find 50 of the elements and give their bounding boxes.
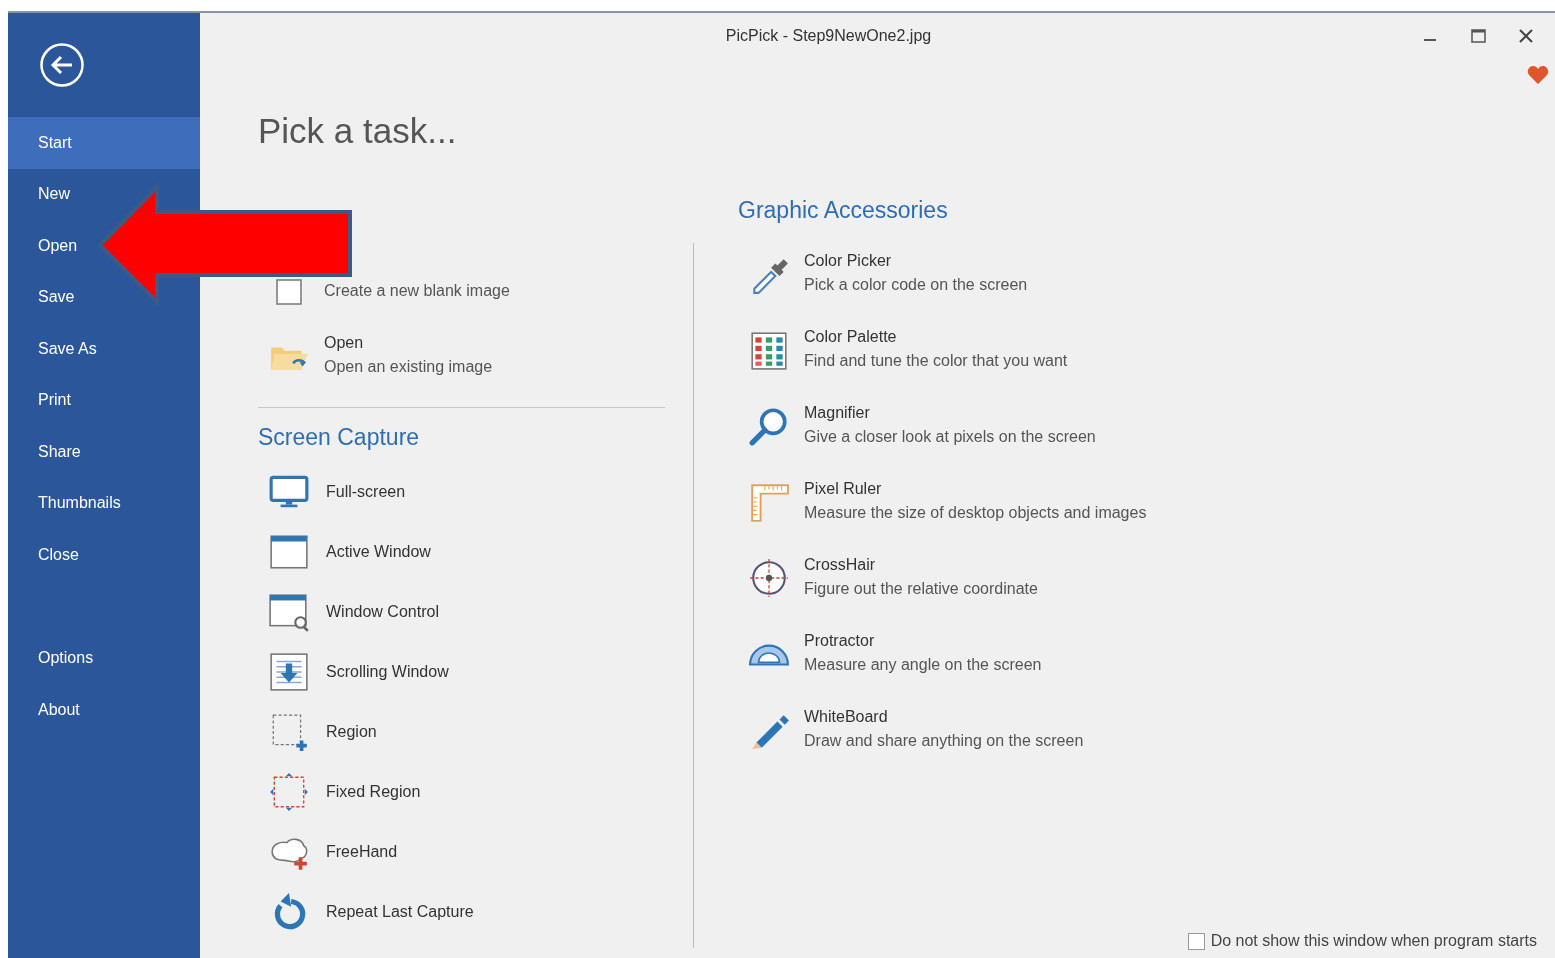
section-heading: Graphic Accessories — [738, 195, 949, 225]
sidebar-item[interactable]: Thumbnails — [38, 494, 121, 513]
scroll-document-icon — [268, 651, 310, 693]
sidebar-item[interactable]: Start — [8, 117, 200, 169]
accessory-title[interactable]: CrossHair — [804, 553, 1038, 577]
color-grid-icon — [748, 329, 790, 371]
task-description: Create a new blank image — [324, 280, 510, 301]
capture-option[interactable]: Full-screen — [326, 483, 406, 501]
task-description: Open an existing image — [324, 356, 493, 377]
checkbox[interactable] — [1187, 932, 1205, 950]
accessory-description: Measure the size of desktop objects and images — [804, 502, 1147, 523]
accessory-description: Figure out the relative coordinate — [804, 578, 1038, 599]
task-title[interactable]: Open — [324, 331, 493, 355]
sidebar-item[interactable]: About — [38, 700, 80, 719]
sidebar-item[interactable]: Options — [38, 649, 94, 668]
capture-option[interactable]: FreeHand — [326, 843, 398, 861]
sidebar-item[interactable]: Share — [38, 442, 81, 461]
ruler-icon — [748, 481, 790, 523]
crosshair-icon — [748, 557, 790, 599]
sidebar-item[interactable]: Open — [38, 236, 78, 255]
accessory-title[interactable]: Color Palette — [804, 325, 1068, 349]
section-heading: Screen Capture — [258, 422, 421, 452]
accessory-title[interactable]: Color Picker — [804, 249, 1028, 273]
accessory-title[interactable]: Magnifier — [804, 401, 1096, 425]
checkbox-label[interactable]: Do not show this window when program starts — [1210, 932, 1537, 950]
window-title: PicPick - Step9NewOne2.jpg — [724, 27, 933, 45]
window-magnifier-icon — [268, 591, 310, 633]
accessory-description: Find and tune the color that you want — [804, 350, 1068, 371]
blank-page-icon — [276, 279, 302, 305]
heart-icon[interactable] — [1527, 65, 1549, 85]
sidebar-item[interactable]: New — [38, 185, 70, 204]
accessory-title[interactable]: Pixel Ruler — [804, 477, 1147, 501]
accessory-description: Measure any angle on the screen — [804, 654, 1042, 675]
accessory-description: Draw and share anything on the screen — [804, 730, 1084, 751]
capture-option[interactable]: Region — [326, 723, 377, 741]
accessory-title[interactable]: WhiteBoard — [804, 705, 1084, 729]
capture-option[interactable]: Window Control — [326, 603, 439, 621]
sidebar-item[interactable]: Save As — [38, 339, 97, 358]
accessory-description: Pick a color code on the screen — [804, 274, 1028, 295]
magnifier-icon — [748, 405, 790, 447]
sidebar-item[interactable]: Close — [38, 545, 79, 564]
capture-option[interactable]: Fixed Region — [326, 783, 421, 801]
accessory-title[interactable]: Protractor — [804, 629, 1042, 653]
page-heading: Pick a task... — [258, 111, 457, 152]
capture-option[interactable]: Scrolling Window — [326, 663, 449, 681]
capture-option[interactable]: Active Window — [326, 543, 431, 561]
accessory-description: Give a closer look at pixels on the screen — [804, 426, 1096, 447]
sidebar-item[interactable]: Save — [38, 288, 75, 307]
sidebar-item[interactable]: Print — [38, 391, 71, 410]
capture-option[interactable]: Repeat Last Capture — [326, 903, 474, 921]
